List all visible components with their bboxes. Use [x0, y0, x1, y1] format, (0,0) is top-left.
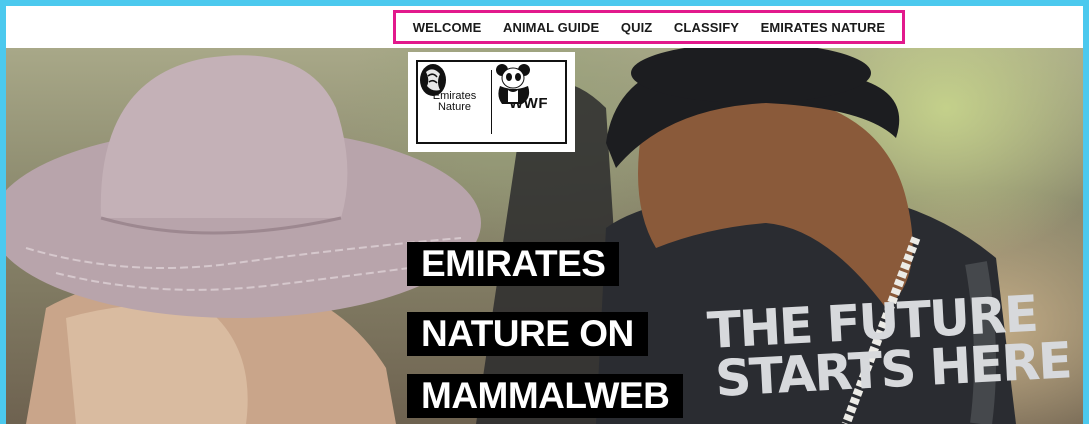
- nav-classify[interactable]: CLASSIFY: [674, 20, 739, 35]
- partner-logo[interactable]: Emirates Nature WWF: [408, 52, 575, 152]
- falcon-emblem-icon: [420, 64, 446, 96]
- hero-banner: THE FUTURE STARTS HERE Emirates Nature W…: [6, 48, 1083, 424]
- top-navigation-bar: WELCOME ANIMAL GUIDE QUIZ CLASSIFY EMIRA…: [6, 6, 1083, 48]
- emirates-nature-logo: Emirates Nature: [418, 62, 491, 142]
- nav-emirates-nature[interactable]: EMIRATES NATURE: [761, 20, 886, 35]
- hero-title-line-3: MAMMALWEB: [407, 374, 684, 418]
- nav-menu: WELCOME ANIMAL GUIDE QUIZ CLASSIFY EMIRA…: [393, 10, 905, 44]
- panda-icon: [496, 64, 530, 104]
- nav-quiz[interactable]: QUIZ: [621, 20, 652, 35]
- hero-title-line-2: NATURE ON: [407, 312, 648, 356]
- logo-frame: Emirates Nature WWF: [416, 60, 567, 144]
- hero-title-line-1: EMIRATES: [407, 242, 620, 286]
- wwf-logo: WWF: [492, 62, 565, 142]
- nav-welcome[interactable]: WELCOME: [413, 20, 482, 35]
- nav-animal-guide[interactable]: ANIMAL GUIDE: [503, 20, 599, 35]
- page-frame: WELCOME ANIMAL GUIDE QUIZ CLASSIFY EMIRA…: [6, 6, 1083, 424]
